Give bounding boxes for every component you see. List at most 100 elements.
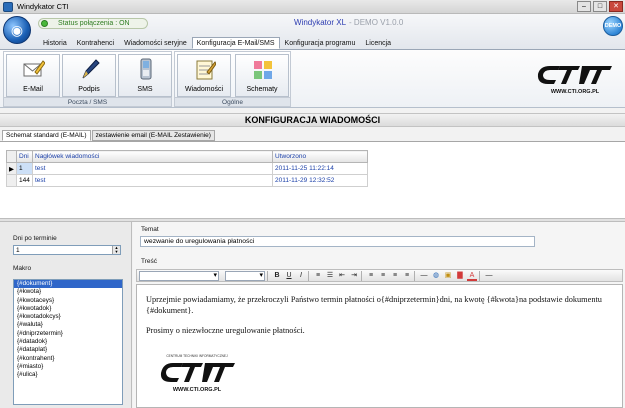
align-center-icon[interactable]: ≡	[378, 271, 388, 281]
outdent-icon[interactable]: ⇤	[337, 271, 347, 281]
bullet-list-icon[interactable]: ☰	[325, 271, 335, 281]
temat-input[interactable]: wezwanie do uregulowania płatności	[140, 236, 535, 247]
email-button-label: E-Mail	[23, 86, 43, 93]
list-item[interactable]: {#datadok}	[14, 338, 122, 346]
minimize-button[interactable]: –	[577, 1, 591, 12]
podpis-button[interactable]: Podpis	[62, 54, 116, 97]
message-editor-panel: Temat wezwanie do uregulowania płatności…	[133, 222, 625, 408]
numbered-list-icon[interactable]: ≡	[313, 271, 323, 281]
pen-icon	[82, 59, 100, 79]
column-header-utworzono[interactable]: Utworzono	[272, 150, 368, 163]
tab-konfiguracja-programu[interactable]: Konfiguracja programu	[280, 37, 361, 49]
italic-icon[interactable]: I	[296, 271, 306, 281]
notepad-icon	[196, 60, 216, 80]
wiadomosci-button[interactable]: Wiadomości	[177, 54, 231, 97]
left-settings-panel: Dni po terminie 1 ▲ ▼ Makro {#dokument} {…	[0, 222, 132, 408]
spin-arrows-icon[interactable]: ▲ ▼	[112, 246, 120, 254]
cell-dni[interactable]: 144	[16, 174, 33, 187]
list-item[interactable]: {#waluta}	[14, 321, 122, 329]
indent-icon[interactable]: ⇥	[349, 271, 359, 281]
brand-title: Windykator XL - DEMO V1.0.0	[294, 18, 403, 27]
horizontal-line-icon[interactable]: —	[419, 271, 429, 281]
list-item[interactable]: {#kwotadokcys}	[14, 313, 122, 321]
list-item[interactable]: {#ulica}	[14, 371, 122, 379]
align-left-icon[interactable]: ≡	[366, 271, 376, 281]
window-titlebar: Windykator CTI – □ ✕	[0, 0, 625, 14]
window-controls: – □ ✕	[577, 1, 623, 12]
macro-list[interactable]: {#dokument} {#kwota} {#kwotaceys} {#kwot…	[13, 279, 123, 405]
column-header-naglowek[interactable]: Nagłówek wiadomości	[32, 150, 273, 163]
list-item[interactable]: {#kontrahent}	[14, 355, 122, 363]
ribbon-group-label-ogolne: Ogólne	[175, 97, 290, 106]
cell-naglowek[interactable]: test	[32, 174, 273, 187]
hyperlink-globe-icon[interactable]: ◍	[431, 271, 441, 281]
section-title: KONFIGURACJA WIADOMOŚCI	[0, 113, 625, 127]
status-text: Status połączenia : ON	[58, 20, 130, 27]
table-row[interactable]: 144 test 2011-11-29 12:32:52	[6, 174, 368, 187]
ribbon-group-ogolne: Wiadomości Schematy Ogólne	[174, 51, 291, 107]
maximize-button[interactable]: □	[593, 1, 607, 12]
column-header-dni[interactable]: Dni	[16, 150, 33, 163]
body-paragraph-2: Prosimy o niezwłoczne uregulowanie płatn…	[146, 326, 305, 335]
cell-utworzono[interactable]: 2011-11-25 11:22:14	[272, 162, 368, 175]
justify-icon[interactable]: ≡	[402, 271, 412, 281]
tab-zestawienie-email[interactable]: zestawienie email (E-MAIL Zestawienie)	[91, 130, 215, 141]
cti-logo-text: WWW.CTI.ORG.PL	[551, 89, 600, 95]
tab-wiadomosci-seryjne[interactable]: Wiadomości seryjne	[119, 37, 192, 49]
sms-button-label: SMS	[137, 86, 153, 93]
phone-icon	[140, 58, 152, 80]
close-button[interactable]: ✕	[609, 1, 623, 12]
globe-logo-icon[interactable]: ◉	[3, 16, 31, 44]
messages-panel: Dni Nagłówek wiadomości Utworzono ▶ 1 te…	[0, 141, 625, 218]
list-item[interactable]: {#kwota}	[14, 288, 122, 296]
tab-licencja[interactable]: Licencja	[360, 37, 396, 49]
ribbon-group-poczta-sms: E-Mail Podpis SMS Poczta / SMS	[3, 51, 172, 107]
remove-format-icon[interactable]: —	[484, 271, 494, 281]
tab-schemat-standard[interactable]: Schemat standard (E-MAIL)	[2, 130, 91, 141]
message-body-editor[interactable]: Uprzejmie powiadamiamy, że przekroczyli …	[136, 284, 623, 408]
logo-url: WWW.CTI.ORG.PL	[173, 387, 222, 393]
ribbon: E-Mail Podpis SMS Poczta / SMS Wiadomośc…	[0, 49, 625, 108]
dni-po-terminie-input[interactable]: 1 ▲ ▼	[13, 245, 121, 255]
dni-po-terminie-label: Dni po terminie	[13, 235, 57, 242]
tab-konfiguracja-email-sms[interactable]: Konfiguracja E-Mail/SMS	[191, 37, 280, 49]
insert-image-icon[interactable]: ▣	[443, 271, 453, 281]
font-size-select[interactable]	[225, 270, 265, 281]
podpis-button-label: Podpis	[78, 86, 100, 93]
brand-version: - DEMO V1.0.0	[349, 18, 404, 27]
font-color-icon[interactable]: A	[467, 271, 477, 281]
cti-logo-icon: WWW.CTI.ORG.PL	[537, 66, 612, 95]
row-selector	[6, 174, 17, 187]
window-title: Windykator CTI	[17, 2, 69, 11]
list-item[interactable]: {#kwotadok}	[14, 305, 122, 313]
cell-utworzono[interactable]: 2011-11-29 12:32:52	[272, 174, 368, 187]
message-schema-tabs: Schemat standard (E-MAIL) zestawienie em…	[2, 130, 216, 141]
list-item[interactable]: {#dniprzetermin}	[14, 330, 122, 338]
list-item[interactable]: {#kwotaceys}	[14, 297, 122, 305]
tresc-label: Treść	[141, 258, 158, 265]
toolbar-separator	[414, 270, 415, 281]
email-button[interactable]: E-Mail	[6, 54, 60, 97]
makro-label: Makro	[13, 265, 32, 272]
tab-historia[interactable]: Historia	[38, 37, 72, 49]
list-item[interactable]: {#miasto}	[14, 363, 122, 371]
connection-status: Status połączenia : ON	[38, 18, 148, 29]
status-dot-icon	[41, 20, 48, 27]
align-right-icon[interactable]: ≡	[390, 271, 400, 281]
cell-naglowek[interactable]: test	[32, 162, 273, 175]
cti-signature-logo-icon: CENTRUM TECHNIKI INFORMATYCZNEJ WWW.CTI.…	[160, 354, 235, 393]
sms-button[interactable]: SMS	[118, 54, 172, 97]
list-item[interactable]: {#dataplat}	[14, 346, 122, 354]
toolbar-separator	[361, 270, 362, 281]
font-family-select[interactable]	[139, 270, 219, 281]
underline-icon[interactable]: U	[284, 271, 294, 281]
tab-kontrahenci[interactable]: Kontrahenci	[72, 37, 119, 49]
body-paragraph-1: Uprzejmie powiadamiamy, że przekroczyli …	[146, 295, 602, 315]
highlight-color-icon[interactable]: ▇	[455, 271, 465, 281]
schematy-button[interactable]: Schematy	[235, 54, 289, 97]
cell-dni[interactable]: 1	[16, 162, 33, 175]
toolbar-separator	[267, 270, 268, 281]
list-item[interactable]: {#dokument}	[14, 280, 122, 289]
table-row[interactable]: ▶ 1 test 2011-11-25 11:22:14	[6, 162, 368, 175]
bold-icon[interactable]: B	[272, 271, 282, 281]
